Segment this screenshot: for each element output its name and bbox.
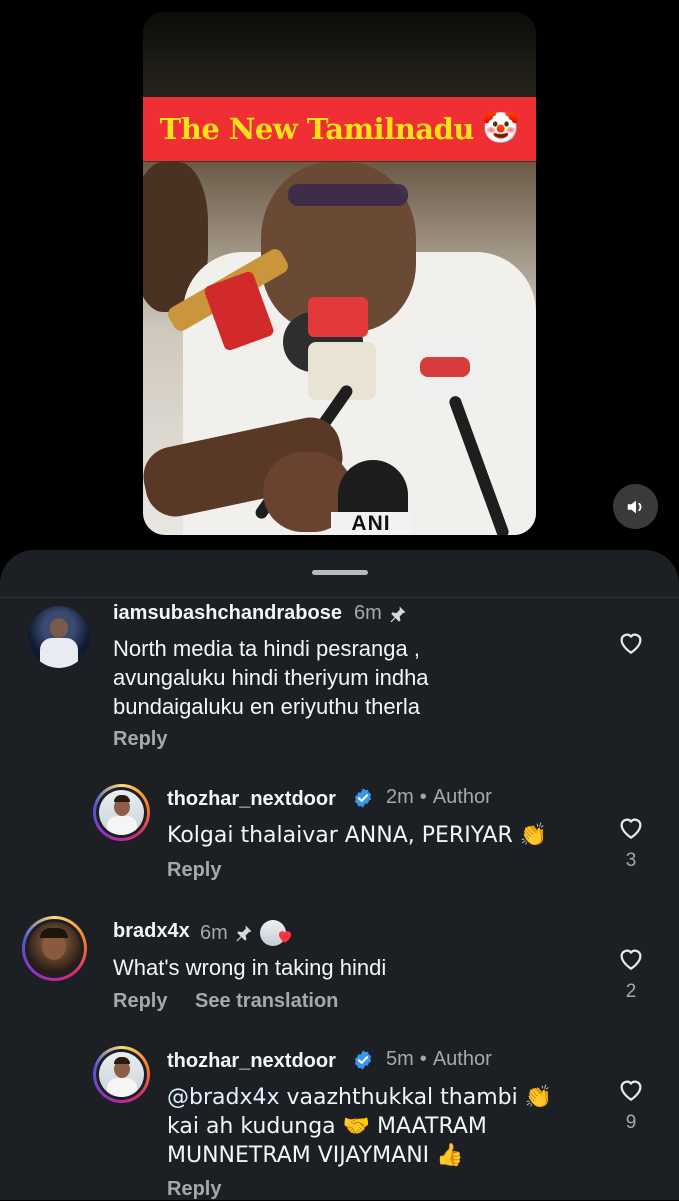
like-count: 9 — [625, 1112, 637, 1133]
comment-text: Kolgai thalaivar ANNA, PERIYAR 👏 — [167, 821, 547, 850]
heart-icon[interactable] — [616, 943, 646, 973]
reel-video[interactable]: ANI The New Tamilnadu 🤡 — [143, 12, 536, 535]
avatar[interactable] — [93, 1046, 150, 1103]
comment-time: 2m — [386, 786, 414, 808]
comment-line-text: vaazhthukkal thambi 👏 — [279, 1085, 553, 1110]
comment-time: 6m — [200, 921, 228, 944]
comment-line: bundaigaluku en eriyuthu therla — [113, 694, 421, 719]
video-mic-flag — [420, 357, 470, 377]
comment-text: North media ta hindi pesranga , avungalu… — [113, 634, 429, 721]
sound-toggle-button[interactable] — [613, 484, 658, 529]
video-banner: The New Tamilnadu 🤡 — [143, 97, 536, 161]
comment-line: @bradx4x vaazhthukkal thambi 👏 — [167, 1083, 552, 1112]
reply-button[interactable]: Reply — [113, 990, 167, 1013]
video-banner-title: The New Tamilnadu — [159, 112, 475, 146]
comment-text: What's wrong in taking hindi — [113, 953, 386, 982]
verified-badge-icon — [354, 787, 372, 808]
separator-dot: • — [419, 786, 427, 808]
video-sunglasses — [288, 184, 408, 206]
reply-button[interactable]: Reply — [167, 1178, 221, 1201]
clown-emoji: 🤡 — [481, 111, 520, 146]
comment-time: 5m — [386, 1048, 414, 1070]
comment-meta: 6m — [354, 602, 408, 625]
avatar[interactable] — [22, 916, 87, 981]
reel-video-area[interactable]: ANI The New Tamilnadu 🤡 — [0, 0, 679, 560]
video-mic-flag — [308, 297, 368, 337]
comment-username[interactable]: bradx4x — [113, 920, 190, 943]
heart-icon[interactable] — [616, 627, 646, 657]
liked-by-author-badge — [259, 920, 300, 946]
like-count: 3 — [625, 850, 637, 871]
speaker-icon — [627, 500, 641, 513]
heart-icon[interactable] — [616, 812, 646, 842]
comment-meta: 2m • Author — [352, 786, 492, 809]
reply-button[interactable]: Reply — [113, 728, 167, 751]
comment-text: @bradx4x vaazhthukkal thambi 👏 kai ah ku… — [167, 1083, 552, 1170]
heart-filled-icon — [278, 931, 291, 943]
comment-username[interactable]: thozhar_nextdoor — [167, 788, 336, 811]
reply-button[interactable]: Reply — [167, 859, 221, 882]
avatar[interactable] — [93, 784, 150, 841]
video-ani-label: ANI — [331, 512, 411, 535]
comment-line: MUNNETRAM VIJAYMANI 👍 — [167, 1143, 464, 1168]
heart-icon[interactable] — [616, 1074, 646, 1104]
comment-time: 6m — [354, 602, 382, 624]
comment-line: Kolgai thalaivar ANNA, PERIYAR 👏 — [167, 823, 548, 848]
like-count: 2 — [625, 981, 637, 1002]
comment-meta: 5m • Author — [352, 1048, 492, 1071]
comment-line: What's wrong in taking hindi — [113, 955, 387, 980]
comments-sheet: iamsubashchandrabose 6m North media ta h… — [0, 550, 679, 1200]
avatar[interactable] — [28, 606, 90, 668]
see-translation-button[interactable]: See translation — [195, 990, 338, 1013]
separator-dot: • — [419, 1048, 427, 1070]
author-label: Author — [432, 1048, 492, 1070]
verified-badge-icon — [354, 1049, 372, 1070]
mention-link[interactable]: @bradx4x — [167, 1085, 280, 1110]
pin-icon — [236, 925, 252, 942]
comment-line: North media ta hindi pesranga , — [113, 636, 420, 661]
comment-line: avungaluku hindi theriyum indha — [113, 665, 429, 690]
sheet-drag-handle[interactable] — [312, 570, 368, 575]
comment-meta: 6m — [200, 920, 300, 946]
comment-line: kai ah kudunga 🤝 MAATRAM — [167, 1114, 487, 1139]
author-label: Author — [432, 786, 492, 808]
comment-username[interactable]: thozhar_nextdoor — [167, 1050, 336, 1073]
comment-username[interactable]: iamsubashchandrabose — [113, 602, 342, 625]
divider — [0, 597, 679, 598]
pin-icon — [390, 606, 406, 622]
